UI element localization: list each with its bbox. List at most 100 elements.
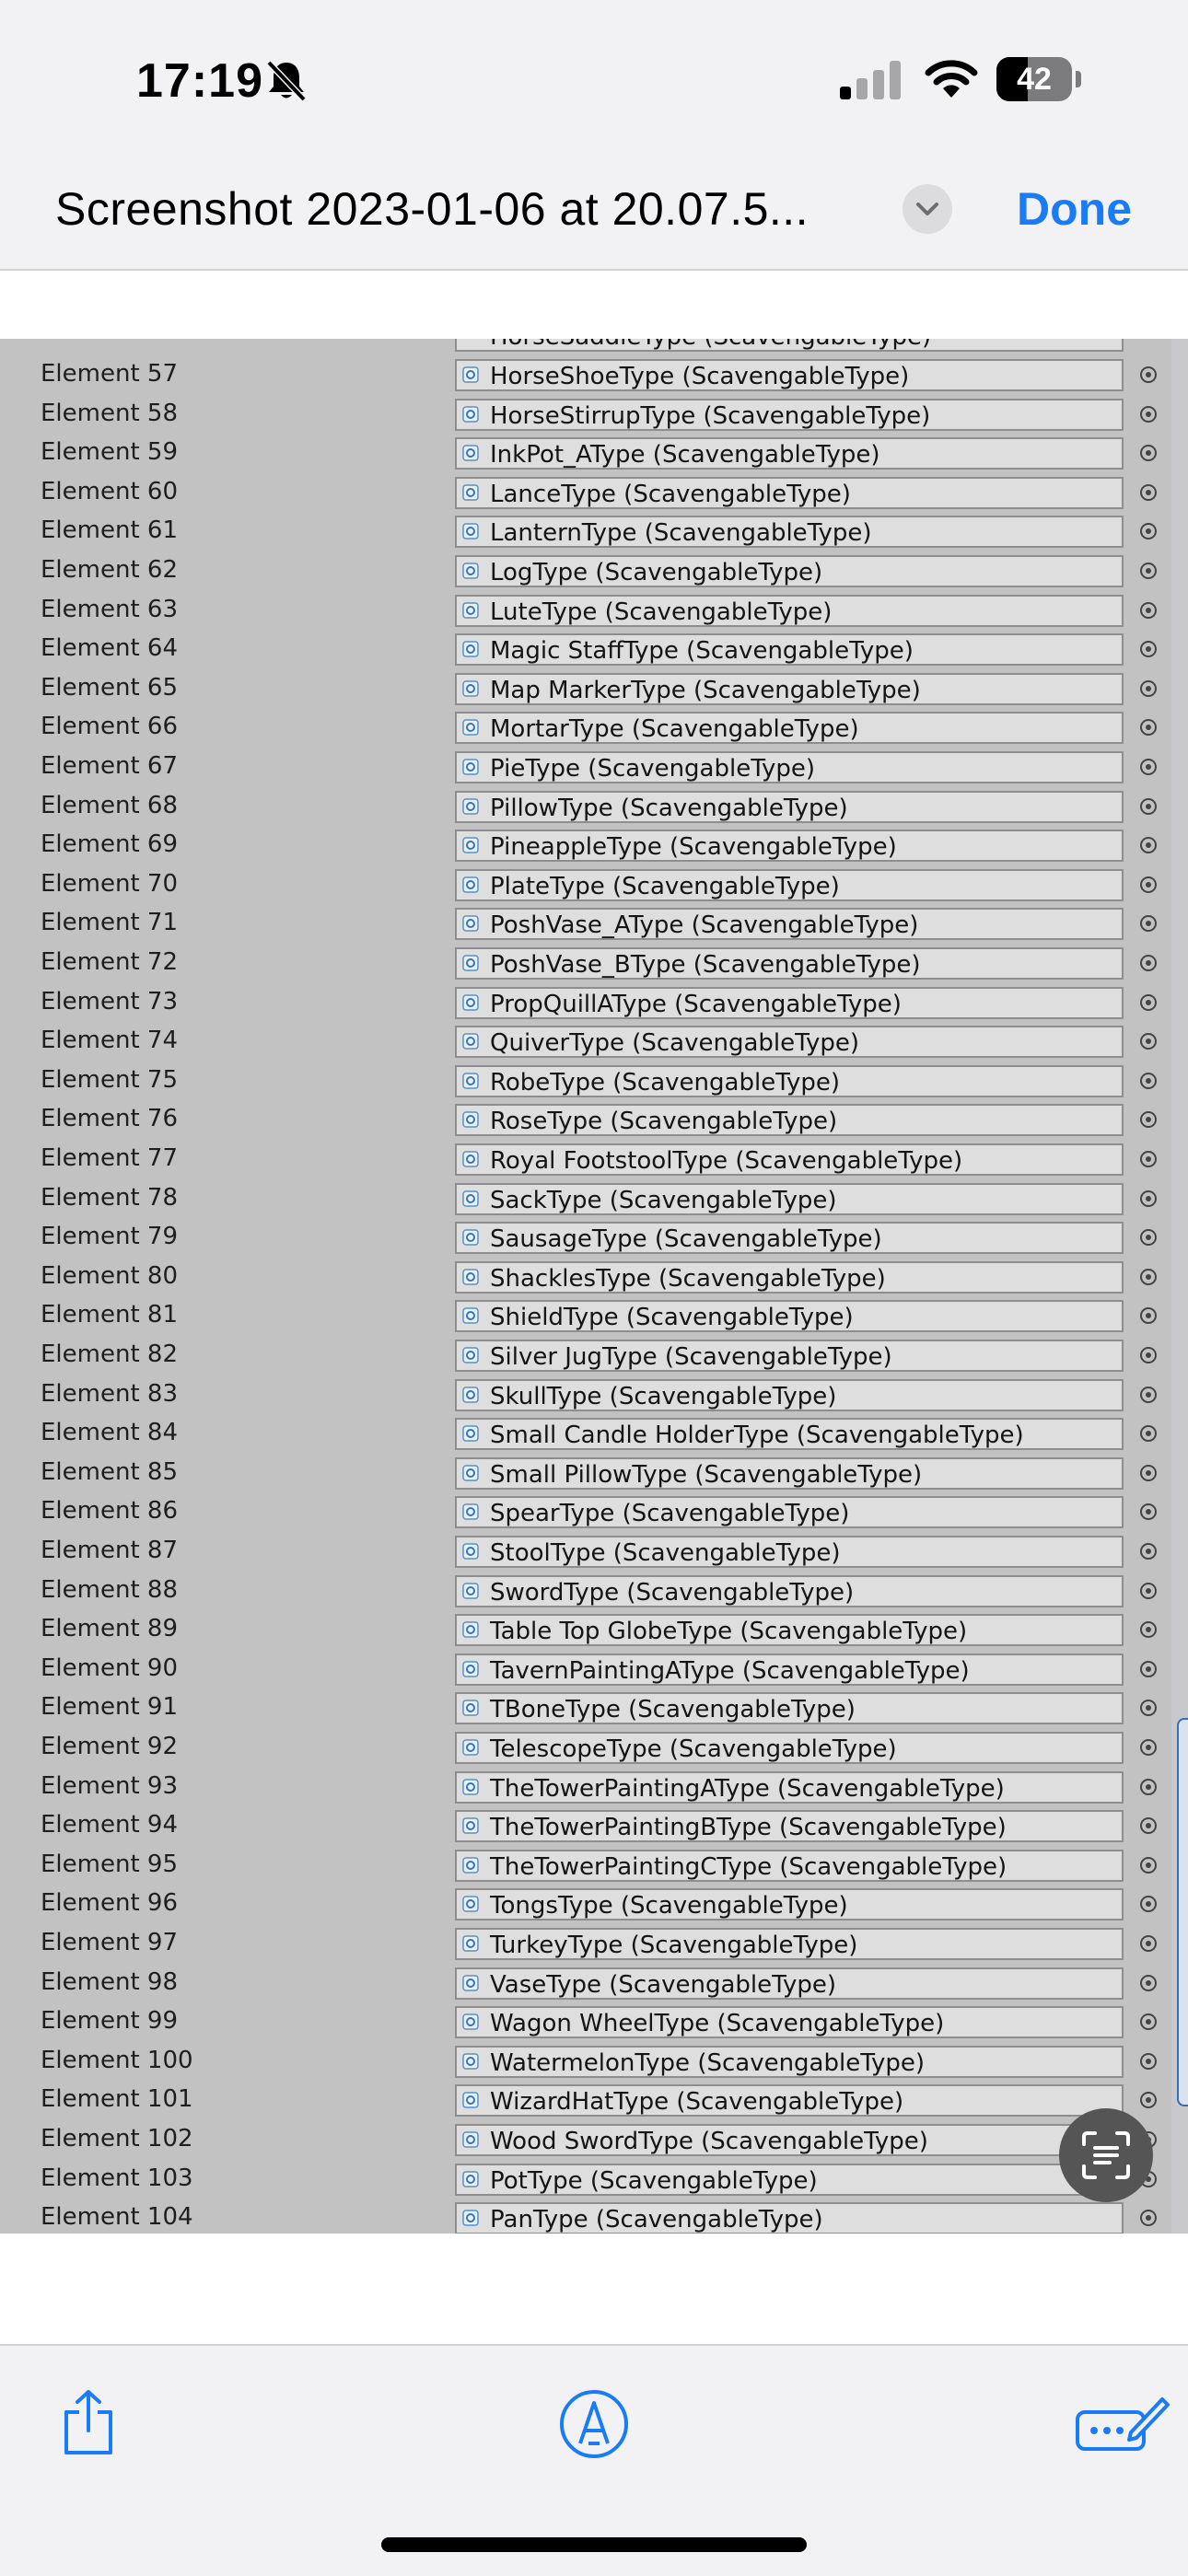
object-picker-icon[interactable] [1140,366,1157,383]
object-field[interactable]: ShieldType (ScavengableType) [455,1300,1124,1333]
object-field[interactable]: StoolType (ScavengableType) [455,1536,1124,1568]
object-picker-icon[interactable] [1140,1464,1157,1481]
object-picker-icon[interactable] [1140,1425,1157,1443]
object-field[interactable]: Magic StaffType (ScavengableType) [455,633,1124,667]
object-field[interactable]: SwordType (ScavengableType) [455,1574,1124,1607]
object-field[interactable]: LogType (ScavengableType) [455,555,1124,587]
done-button[interactable]: Done [1017,182,1132,236]
edit-icon[interactable] [1074,2390,1170,2453]
object-picker-icon[interactable] [1140,993,1157,1011]
object-field[interactable]: TBoneType (ScavengableType) [455,1692,1124,1725]
scroll-handle[interactable] [1177,1718,1188,2106]
object-picker-icon[interactable] [1140,797,1157,815]
object-picker-icon[interactable] [1140,405,1157,423]
object-field[interactable]: Table Top GlobeType (ScavengableType) [455,1614,1124,1647]
object-field[interactable]: SackType (ScavengableType) [455,1182,1124,1215]
object-picker-icon[interactable] [1140,1111,1157,1129]
object-picker-icon[interactable] [1140,915,1157,933]
object-picker-icon[interactable] [1140,1543,1157,1560]
object-picker-icon[interactable] [1140,955,1157,971]
object-field[interactable]: PotType (ScavengableType) [455,2163,1124,2196]
object-field[interactable]: PropQuillAType (ScavengableType) [455,986,1124,1019]
object-field[interactable]: RoseType (ScavengableType) [455,1104,1124,1137]
page-title[interactable]: Screenshot 2023-01-06 at 20.07.5... [55,182,809,236]
object-picker-icon[interactable] [1140,1739,1157,1756]
object-picker-icon[interactable] [1140,1072,1157,1089]
object-field[interactable]: Wagon WheelType (ScavengableType) [455,2006,1124,2039]
object-picker-icon[interactable] [1140,1935,1157,1952]
object-picker-icon[interactable] [1140,1778,1157,1795]
object-field[interactable]: SausageType (ScavengableType) [455,1222,1124,1255]
object-picker-icon[interactable] [1140,2013,1157,2031]
object-field[interactable]: LanceType (ScavengableType) [455,476,1124,509]
object-picker-icon[interactable] [1140,1033,1157,1050]
object-picker-icon[interactable] [1140,641,1157,658]
markup-icon[interactable] [558,2388,630,2460]
object-field[interactable]: HorseStirrupType (ScavengableType) [455,398,1124,431]
object-field[interactable]: TheTowerPaintingCType (ScavengableType) [455,1849,1124,1882]
object-picker-icon[interactable] [1140,876,1157,893]
object-field[interactable]: TheTowerPaintingAType (ScavengableType) [455,1770,1124,1804]
object-field[interactable]: PlateType (ScavengableType) [455,868,1124,901]
object-picker-icon[interactable] [1140,679,1157,697]
object-picker-icon[interactable] [1140,601,1157,619]
object-field[interactable]: PanType (ScavengableType) [455,2202,1124,2234]
object-picker-icon[interactable] [1140,1621,1157,1639]
object-picker-icon[interactable] [1140,719,1157,737]
object-field[interactable]: Wood SwordType (ScavengableType) [455,2124,1124,2156]
object-picker-icon[interactable] [1140,1189,1157,1207]
object-picker-icon[interactable] [1140,1660,1157,1677]
object-picker-icon[interactable] [1140,1151,1157,1167]
object-picker-icon[interactable] [1140,1817,1157,1835]
object-field[interactable]: ShacklesType (ScavengableType) [455,1260,1124,1294]
object-picker-icon[interactable] [1140,445,1157,462]
object-field[interactable]: Map MarkerType (ScavengableType) [455,672,1124,705]
object-picker-icon[interactable] [1140,563,1157,579]
object-picker-icon[interactable] [1140,1700,1157,1717]
object-field[interactable]: PillowType (ScavengableType) [455,790,1124,823]
object-field[interactable]: LanternType (ScavengableType) [455,516,1124,549]
object-picker-icon[interactable] [1140,1503,1157,1521]
object-field[interactable]: Silver JugType (ScavengableType) [455,1340,1124,1372]
share-icon[interactable] [59,2388,118,2456]
object-picker-icon[interactable] [1140,2092,1157,2109]
object-field[interactable]: LuteType (ScavengableType) [455,594,1124,627]
object-picker-icon[interactable] [1140,759,1157,775]
object-picker-icon[interactable] [1140,1229,1157,1247]
object-field[interactable]: TheTowerPaintingBType (ScavengableType) [455,1810,1124,1843]
object-field[interactable]: PoshVase_AType (ScavengableType) [455,908,1124,941]
object-field[interactable]: TelescopeType (ScavengableType) [455,1732,1124,1764]
object-field[interactable]: QuiverType (ScavengableType) [455,1026,1124,1059]
object-field[interactable]: TavernPaintingAType (ScavengableType) [455,1653,1124,1686]
object-picker-icon[interactable] [1140,2052,1157,2070]
object-field[interactable]: PieType (ScavengableType) [455,751,1124,783]
object-field[interactable]: Small Candle HolderType (ScavengableType… [455,1418,1124,1451]
object-picker-icon[interactable] [1140,1582,1157,1599]
object-picker-icon[interactable] [1140,1386,1157,1403]
object-field[interactable]: SkullType (ScavengableType) [455,1378,1124,1411]
object-field[interactable]: MortarType (ScavengableType) [455,712,1124,745]
object-field[interactable]: HorseShoeType (ScavengableType) [455,359,1124,391]
object-picker-icon[interactable] [1140,1896,1157,1913]
object-field[interactable]: SpearType (ScavengableType) [455,1496,1124,1529]
object-field[interactable]: TongsType (ScavengableType) [455,1888,1124,1921]
object-picker-icon[interactable] [1140,1856,1157,1874]
object-picker-icon[interactable] [1140,837,1157,854]
object-picker-icon[interactable] [1140,1307,1157,1325]
object-field[interactable]: PoshVase_BType (ScavengableType) [455,947,1124,980]
object-field[interactable]: Small PillowType (ScavengableType) [455,1456,1124,1490]
object-field[interactable]: RobeType (ScavengableType) [455,1064,1124,1097]
object-picker-icon[interactable] [1140,2210,1157,2227]
object-field[interactable]: WatermelonType (ScavengableType) [455,2045,1124,2078]
object-field[interactable]: InkPot_AType (ScavengableType) [455,437,1124,470]
object-picker-icon[interactable] [1140,483,1157,501]
object-picker-icon[interactable] [1140,523,1157,540]
title-menu-button[interactable] [903,184,952,234]
object-picker-icon[interactable] [1140,1347,1157,1363]
object-field[interactable]: Royal FootstoolType (ScavengableType) [455,1143,1124,1176]
live-text-button[interactable] [1059,2108,1153,2202]
object-field[interactable]: TurkeyType (ScavengableType) [455,1928,1124,1960]
object-field[interactable]: VaseType (ScavengableType) [455,1967,1124,2000]
object-picker-icon[interactable] [1140,1974,1157,1991]
object-field[interactable]: WizardHatType (ScavengableType) [455,2084,1124,2118]
